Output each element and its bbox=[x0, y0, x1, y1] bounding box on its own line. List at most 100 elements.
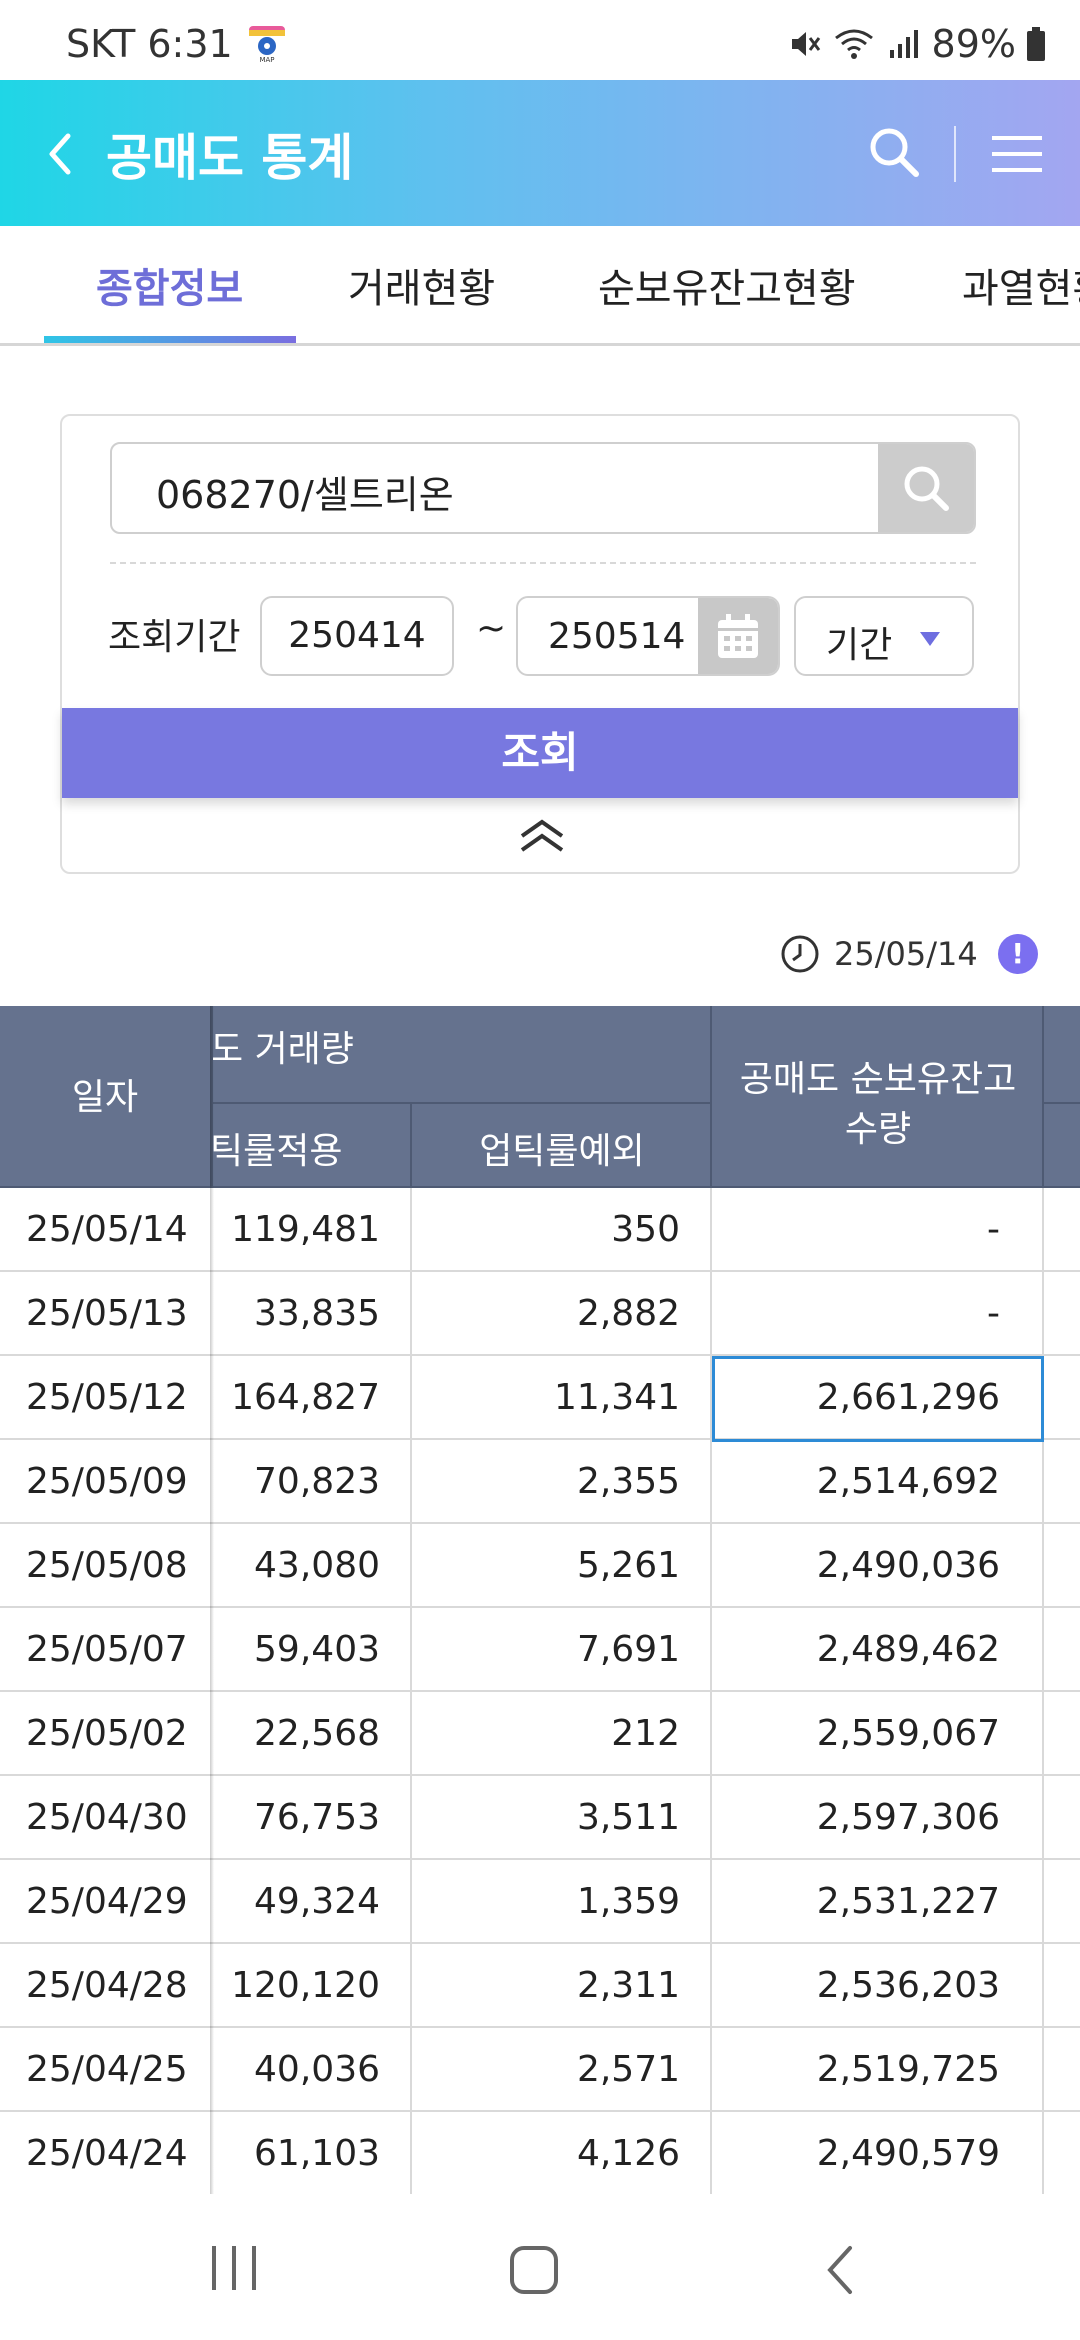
cell-uptick-exception: 7,691 bbox=[576, 1629, 680, 1670]
cell-date: 25/04/30 bbox=[26, 1797, 188, 1838]
status-right: 89% bbox=[786, 22, 1046, 66]
cell-uptick-exception: 2,311 bbox=[576, 1965, 680, 2006]
table-row[interactable]: 25/05/14 119,481 350 - bbox=[0, 1188, 1080, 1272]
header-divider bbox=[710, 1006, 712, 1188]
cell-net-balance: 2,489,462 bbox=[816, 1629, 1000, 1670]
clock-icon bbox=[781, 935, 819, 973]
table-row[interactable]: 25/04/29 49,324 1,359 2,531,227 bbox=[0, 1860, 1080, 1944]
cell-date: 25/04/24 bbox=[26, 2133, 188, 2174]
calendar-button[interactable] bbox=[698, 598, 778, 674]
search-icon[interactable] bbox=[862, 120, 926, 184]
calendar-icon bbox=[718, 614, 758, 658]
table-row[interactable]: 25/04/24 61,103 4,126 2,490,579 bbox=[0, 2112, 1080, 2194]
cell-uptick-applied: 40,036 bbox=[254, 2049, 380, 2090]
period-select[interactable]: 기간 bbox=[794, 596, 974, 676]
cell-net-balance: 2,519,725 bbox=[816, 2049, 1000, 2090]
tab-net-balance[interactable]: 순보유잔고현황 bbox=[598, 256, 856, 314]
collapse-chevron-icon[interactable] bbox=[516, 816, 568, 856]
tab-overheated[interactable]: 과열현황 bbox=[962, 256, 1080, 314]
table-row[interactable]: 25/05/07 59,403 7,691 2,489,462 bbox=[0, 1608, 1080, 1692]
period-select-value: 기간 bbox=[826, 625, 893, 666]
cell-uptick-exception: 1,359 bbox=[576, 1881, 680, 1922]
cell-date: 25/05/07 bbox=[26, 1629, 188, 1670]
selected-cell[interactable] bbox=[712, 1356, 1044, 1442]
cell-uptick-exception: 11,341 bbox=[554, 1377, 680, 1418]
back-icon[interactable] bbox=[32, 124, 92, 184]
header-divider bbox=[954, 126, 956, 182]
cell-net-balance: 2,490,579 bbox=[816, 2133, 1000, 2174]
cell-uptick-exception: 212 bbox=[611, 1713, 680, 1754]
stock-search-field[interactable]: 068270/셀트리온 bbox=[110, 442, 976, 534]
frozen-column-divider bbox=[210, 1006, 214, 2194]
cell-uptick-exception: 3,511 bbox=[576, 1797, 680, 1838]
page-title: 공매도 통계 bbox=[106, 129, 354, 187]
search-icon bbox=[904, 466, 949, 511]
tab-trading[interactable]: 거래현황 bbox=[348, 256, 495, 314]
cell-uptick-exception: 4,126 bbox=[576, 2133, 680, 2174]
cell-net-balance: 2,559,067 bbox=[816, 1713, 1000, 1754]
cell-date: 25/04/29 bbox=[26, 1881, 188, 1922]
signal-icon bbox=[889, 30, 918, 58]
cell-uptick-applied: 22,568 bbox=[254, 1713, 380, 1754]
header-divider bbox=[1044, 1102, 1080, 1104]
table-row[interactable]: 25/04/28 120,120 2,311 2,536,203 bbox=[0, 1944, 1080, 2028]
cell-net-balance: 2,536,203 bbox=[816, 1965, 1000, 2006]
col-date-header: 일자 bbox=[71, 1077, 139, 1118]
table-row[interactable]: 25/05/13 33,835 2,882 - bbox=[0, 1272, 1080, 1356]
table-row[interactable]: 25/05/09 70,823 2,355 2,514,692 bbox=[0, 1440, 1080, 1524]
col-exception-header: 업틱룰예외 bbox=[479, 1131, 645, 1172]
cell-uptick-applied: 119,481 bbox=[231, 1209, 380, 1250]
stock-search-button[interactable] bbox=[878, 444, 974, 532]
cell-uptick-exception: 350 bbox=[611, 1209, 680, 1250]
cell-uptick-exception: 5,261 bbox=[576, 1545, 680, 1586]
nav-back-icon[interactable] bbox=[820, 2244, 860, 2296]
wifi-icon bbox=[834, 29, 873, 59]
cell-uptick-applied: 43,080 bbox=[254, 1545, 380, 1586]
cell-net-balance: 2,531,227 bbox=[816, 1881, 1000, 1922]
cell-uptick-applied: 59,403 bbox=[254, 1629, 380, 1670]
divider bbox=[110, 562, 976, 564]
info-icon[interactable]: ! bbox=[997, 934, 1038, 974]
mute-icon bbox=[791, 32, 820, 56]
cell-date: 25/05/08 bbox=[26, 1545, 188, 1586]
cell-uptick-applied: 120,120 bbox=[231, 1965, 380, 2006]
table-row[interactable]: 25/05/08 43,080 5,261 2,490,036 bbox=[0, 1524, 1080, 1608]
col-balance-header-line2: 수량 bbox=[844, 1109, 912, 1150]
table-row[interactable]: 25/04/30 76,753 3,511 2,597,306 bbox=[0, 1776, 1080, 1860]
active-tab-indicator bbox=[44, 336, 296, 343]
table-row[interactable]: 25/05/02 22,568 212 2,559,067 bbox=[0, 1692, 1080, 1776]
recents-icon[interactable] bbox=[206, 2242, 262, 2294]
column-divider bbox=[710, 1188, 712, 2194]
column-divider bbox=[410, 1188, 412, 2194]
table-row[interactable]: 25/04/25 40,036 2,571 2,519,725 bbox=[0, 2028, 1080, 2112]
tab-summary[interactable]: 종합정보 bbox=[96, 256, 243, 314]
cell-uptick-exception: 2,571 bbox=[576, 2049, 680, 2090]
cell-uptick-applied: 33,835 bbox=[254, 1293, 380, 1334]
header-divider bbox=[1042, 1006, 1044, 1188]
cell-uptick-exception: 2,882 bbox=[576, 1293, 680, 1334]
cell-uptick-applied: 49,324 bbox=[254, 1881, 380, 1922]
start-date-input[interactable]: 250414 bbox=[260, 596, 454, 676]
home-icon[interactable] bbox=[508, 2244, 560, 2296]
col-balance-header-line1: 공매도 순보유잔고 bbox=[739, 1059, 1017, 1100]
header-divider bbox=[210, 1102, 712, 1104]
menu-icon[interactable] bbox=[986, 124, 1048, 184]
cell-date: 25/05/14 bbox=[26, 1209, 188, 1250]
cell-uptick-exception: 2,355 bbox=[576, 1461, 680, 1502]
cell-uptick-applied: 61,103 bbox=[254, 2133, 380, 2174]
app-map-pin-icon: MAP bbox=[248, 26, 285, 64]
period-label: 조회기간 bbox=[108, 617, 241, 658]
end-date-value: 250514 bbox=[548, 616, 686, 657]
cell-net-balance: - bbox=[987, 1293, 1000, 1334]
date-separator: ~ bbox=[476, 608, 507, 649]
cell-net-balance: 2,490,036 bbox=[816, 1545, 1000, 1586]
system-nav-bar bbox=[0, 2194, 1080, 2340]
cell-date: 25/05/12 bbox=[26, 1377, 188, 1418]
stock-search-value: 068270/셀트리온 bbox=[156, 473, 454, 517]
cell-date: 25/05/13 bbox=[26, 1293, 188, 1334]
col-applied-header: 틱룰적용 bbox=[210, 1131, 343, 1172]
end-date-input[interactable]: 250514 bbox=[516, 596, 780, 676]
short-selling-table: 일자 도 거래량 틱룰적용 업틱룰예외 공매도 순보유잔고 수량 25/05/1… bbox=[0, 1006, 1080, 2194]
query-button[interactable]: 조회 bbox=[62, 708, 1018, 798]
status-bar: SKT 6:31 MAP 89% bbox=[0, 0, 1080, 80]
